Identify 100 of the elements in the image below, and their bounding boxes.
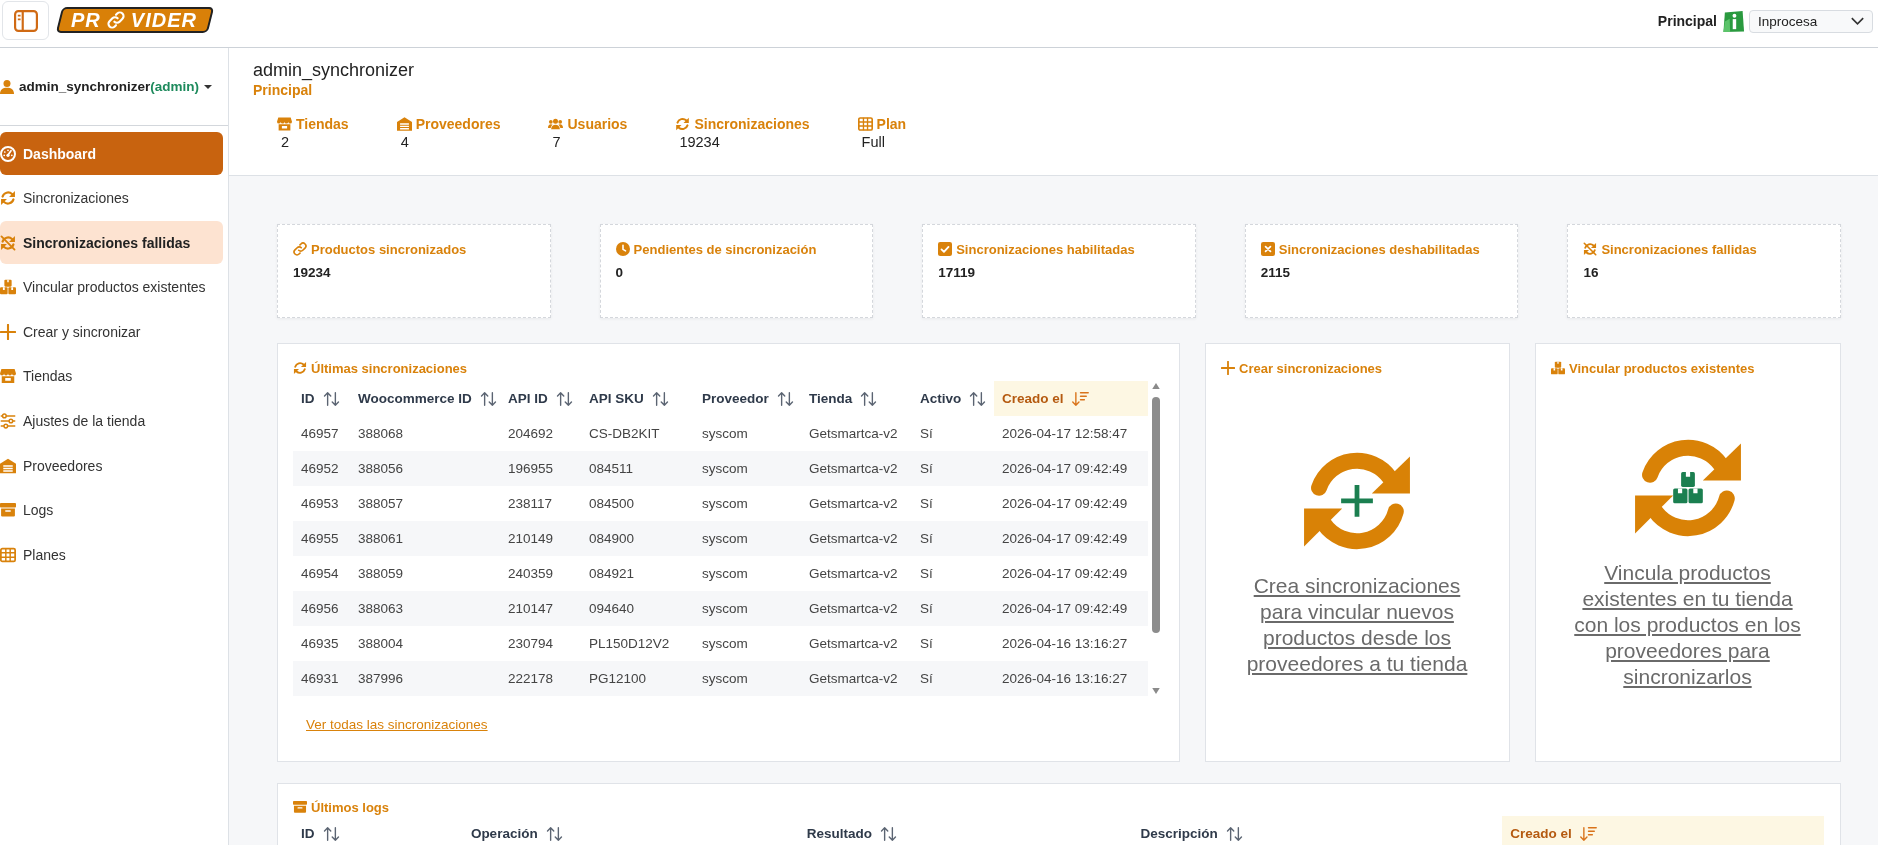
store-icon (277, 117, 292, 131)
sidebar-item[interactable]: Vincular productos existentes (0, 265, 223, 309)
table-cell-text: Sí (919, 635, 934, 653)
plus-icon (1221, 361, 1235, 375)
column-header[interactable]: Resultado (798, 816, 1133, 845)
stat-value: 2 (280, 134, 290, 150)
caret-down-icon[interactable] (204, 84, 213, 89)
column-header[interactable]: Woocommerce ID (350, 381, 500, 416)
column-header[interactable]: Tienda (801, 381, 912, 416)
card-title: Últimos logs (311, 799, 389, 815)
sidebar-item[interactable]: Dashboard (0, 132, 223, 175)
action-link[interactable]: Vincula productos existentes en tu tienda con los productos en los proveedores para sincronizarlos (1567, 559, 1808, 690)
table-cell: Getsmartca-v2 (801, 521, 912, 556)
sync-icon (293, 361, 307, 375)
stat-card-value: 0 (615, 264, 624, 282)
table-cell-text: Getsmartca-v2 (808, 635, 899, 653)
table-cell-text: Sí (919, 565, 934, 583)
table-cell-text: 230794 (507, 635, 555, 653)
sort-icon (651, 391, 669, 406)
table-cell: 196955 (500, 451, 581, 486)
sync-icon (675, 117, 691, 131)
sort-icon (322, 391, 340, 406)
column-header[interactable]: Activo (912, 381, 994, 416)
table-cell-text: 2026-04-17 12:58:47 (1001, 425, 1129, 443)
table-cell-text: Getsmartca-v2 (808, 495, 899, 513)
stat-card-label: Pendientes de sincronización (633, 241, 817, 257)
x-square-icon (1260, 242, 1275, 256)
table-cell-text: Getsmartca-v2 (808, 565, 899, 583)
column-header[interactable]: ID (293, 381, 350, 416)
sidebar-item[interactable]: Proveedores (0, 444, 223, 488)
action-link[interactable]: Crea sincronizaciones para vincular nuevos productos desde los proveedores a tu tienda (1237, 572, 1477, 677)
table-cell-text: 204692 (507, 425, 555, 443)
boxes-icon (1551, 361, 1565, 375)
column-header[interactable]: ID (293, 816, 463, 845)
sidebar-item[interactable]: Logs (0, 488, 223, 532)
column-header[interactable]: Proveedor (694, 381, 801, 416)
table-cell-text: 240359 (507, 565, 555, 583)
sync-icon (0, 190, 16, 207)
sort-icon (776, 391, 794, 406)
table-cell-text: 2026-04-16 13:16:27 (1001, 635, 1129, 653)
check-square-icon (938, 242, 953, 256)
table-cell-text: syscom (701, 495, 749, 513)
table-cell-text: Sí (919, 495, 934, 513)
table-cell-text: PL150D12V2 (588, 635, 671, 653)
table-cell-text: 46935 (300, 635, 340, 653)
context-label: Principal (1657, 13, 1717, 29)
sidebar-panel-icon (13, 9, 38, 32)
table-cell: 2026-04-17 09:42:49 (994, 591, 1148, 626)
stat-value: 4 (399, 134, 409, 150)
chevron-down-icon (1851, 17, 1864, 25)
table-cell: Getsmartca-v2 (801, 451, 912, 486)
sort-descending-icon (1071, 391, 1089, 406)
table-cell-text: 46954 (300, 565, 340, 583)
sidebar-item[interactable]: Sincronizaciones fallidas (0, 221, 223, 265)
grid-icon (857, 117, 873, 131)
stat-card-label: Productos sincronizados (311, 241, 467, 257)
sidebar-item[interactable]: Crear y sincronizar (0, 310, 223, 354)
table-cell: 46952 (293, 451, 350, 486)
card-title: Crear sincronizaciones (1239, 360, 1383, 376)
column-header[interactable]: Creado el (1502, 816, 1824, 845)
table-cell: 210149 (500, 521, 581, 556)
table-cell: syscom (694, 591, 801, 626)
sync-off-icon (1583, 242, 1598, 256)
scrollbar-thumb[interactable] (1151, 397, 1160, 633)
table-cell: 2026-04-17 09:42:49 (994, 451, 1148, 486)
sort-icon (1225, 826, 1243, 841)
table-cell-text: 388057 (357, 495, 405, 513)
store-select[interactable]: Inprocesa (1749, 9, 1873, 33)
sync-off-icon (0, 234, 16, 251)
page-subtitle: Principal (253, 81, 313, 99)
column-header[interactable]: Operación (462, 816, 799, 845)
column-header[interactable]: Descripción (1132, 816, 1503, 845)
sort-icon (969, 391, 987, 406)
table-cell: PG12100 (581, 661, 694, 696)
sort-icon (479, 391, 497, 406)
column-header[interactable]: API SKU (581, 381, 694, 416)
stat-card-value: 19234 (293, 264, 331, 282)
stat-card-value: 17119 (938, 264, 975, 282)
table-cell: 46931 (293, 661, 350, 696)
sort-icon (322, 826, 340, 841)
sidebar-item[interactable]: Tiendas (0, 354, 223, 398)
table-cell-text: 388068 (357, 425, 405, 443)
stat-label: Usuarios (567, 116, 628, 132)
stat-value: Full (860, 134, 885, 150)
stat-card-value: 2115 (1260, 264, 1291, 282)
table-cell-text: Getsmartca-v2 (808, 425, 899, 443)
sidebar-item[interactable]: Sincronizaciones (0, 176, 223, 220)
sidebar-item[interactable]: Ajustes de la tienda (0, 399, 223, 443)
caret-up-icon[interactable] (1151, 383, 1160, 389)
table-cell: syscom (694, 521, 801, 556)
info-icon (1722, 9, 1745, 33)
table-cell: 084511 (581, 451, 694, 486)
sidebar-item[interactable]: Planes (0, 533, 223, 577)
store-icon (0, 368, 16, 385)
column-header[interactable]: API ID (500, 381, 581, 416)
stat-value: 19234 (678, 134, 720, 150)
table-cell: Sí (912, 451, 994, 486)
sidebar-toggle-button[interactable] (2, 1, 49, 40)
column-header[interactable]: Creado el (994, 381, 1148, 416)
table-cell: 210147 (500, 591, 581, 626)
